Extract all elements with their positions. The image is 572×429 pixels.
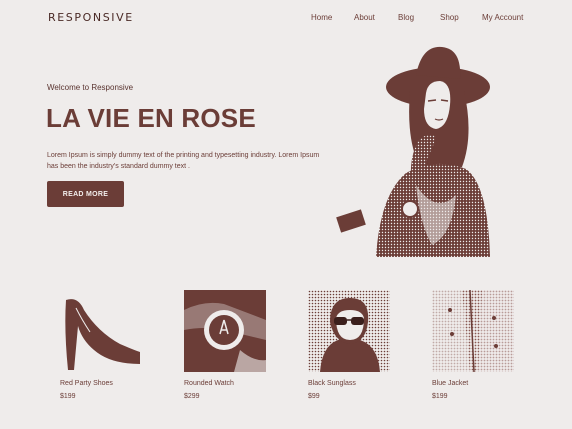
hero-welcome-text: Welcome to Responsive xyxy=(47,83,134,92)
product-card-rounded-watch[interactable]: Rounded Watch $299 xyxy=(184,290,266,400)
nav-item-shop[interactable]: Shop xyxy=(440,13,459,22)
product-card-blue-jacket[interactable]: Blue Jacket $199 xyxy=(432,290,514,400)
product-price: $299 xyxy=(184,393,200,400)
product-name[interactable]: Black Sunglass xyxy=(308,380,356,387)
product-name[interactable]: Red Party Shoes xyxy=(60,380,113,387)
product-name[interactable]: Rounded Watch xyxy=(184,380,234,387)
product-image-sunglass xyxy=(308,290,390,372)
nav-item-blog[interactable]: Blog xyxy=(398,13,414,22)
product-price: $199 xyxy=(60,393,76,400)
product-image-jacket xyxy=(432,290,514,372)
product-image-shoes xyxy=(60,290,142,372)
nav-item-about[interactable]: About xyxy=(354,13,375,22)
hero-title: LA VIE EN ROSE xyxy=(46,103,256,133)
product-card-black-sunglass[interactable]: Black Sunglass $99 xyxy=(308,290,390,400)
product-card-red-party-shoes[interactable]: Red Party Shoes $199 xyxy=(60,290,142,400)
product-name[interactable]: Blue Jacket xyxy=(432,380,468,387)
nav-item-home[interactable]: Home xyxy=(311,13,332,22)
product-price: $199 xyxy=(432,393,448,400)
nav-item-my-account[interactable]: My Account xyxy=(482,13,523,22)
hero-model-image xyxy=(336,46,490,257)
product-price: $99 xyxy=(308,393,320,400)
product-image-watch xyxy=(184,290,266,372)
main-nav: Home About Blog Shop My Account xyxy=(0,13,572,25)
hero-description: Lorem Ipsum is simply dummy text of the … xyxy=(47,152,320,170)
read-more-button[interactable]: READ MORE xyxy=(47,181,124,207)
